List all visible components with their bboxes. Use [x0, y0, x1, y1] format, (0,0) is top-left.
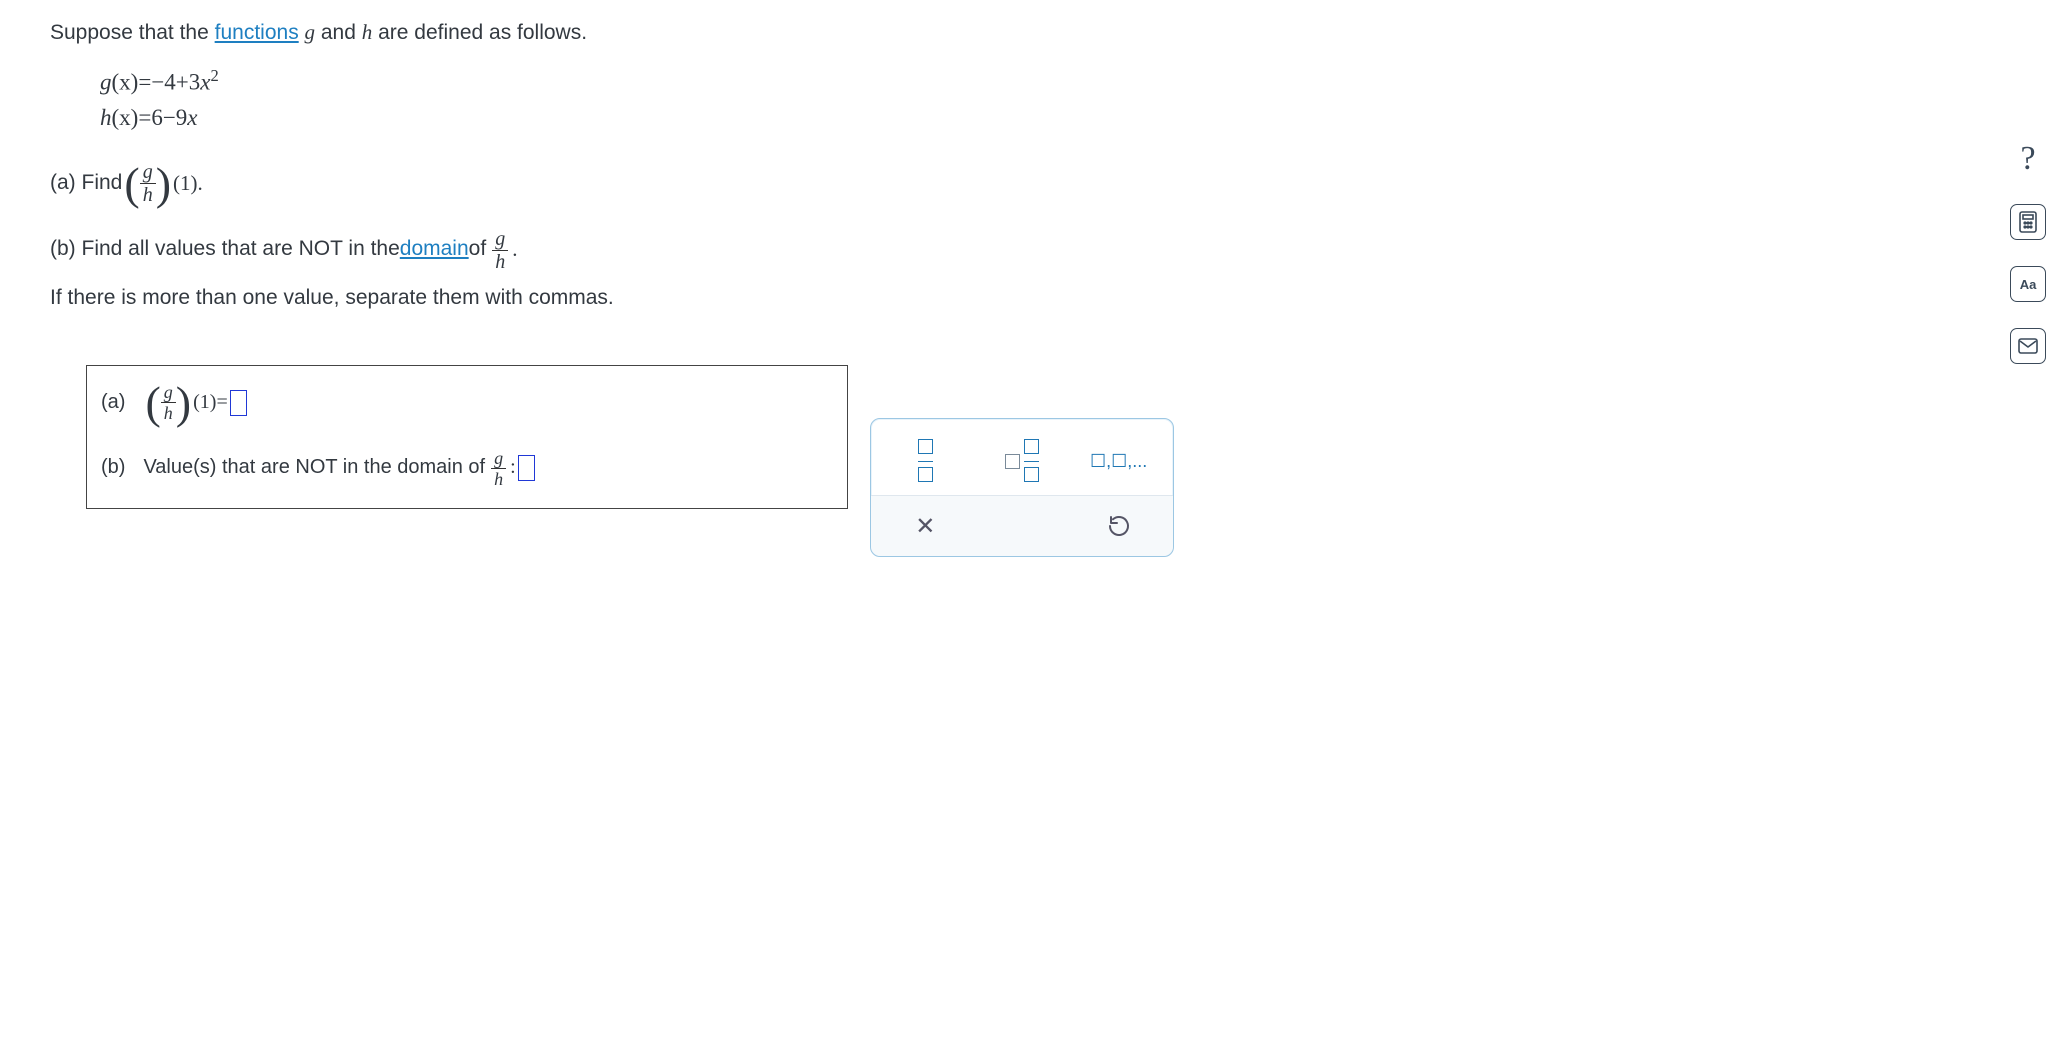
keypad-fraction-button[interactable] [877, 431, 974, 491]
definition-h: h(x)=6−9x [100, 100, 1450, 136]
part-a-prompt: (a) Find ( g h ) (1). [50, 162, 1450, 205]
aa-icon: Aa [2020, 277, 2037, 292]
keypad-list-button[interactable]: ☐,☐,... [1070, 431, 1167, 491]
part-b-pre: (b) Find all values that are NOT in the [50, 237, 400, 261]
question-mark-icon: ? [2020, 140, 2035, 177]
part-a-arg: (1). [173, 171, 203, 196]
close-icon: ✕ [915, 512, 935, 541]
part-b-note: If there is more than one value, separat… [50, 286, 1450, 310]
calculator-button[interactable] [2010, 204, 2046, 240]
intro-h: h [362, 20, 373, 44]
intro-prefix: Suppose that the [50, 21, 215, 44]
answer-row-a: (a) ( g h ) (1) = [87, 366, 847, 439]
intro-g: g [305, 20, 316, 44]
mail-icon [2018, 338, 2038, 354]
answer-a-fraction: ( g h ) [145, 382, 191, 423]
mail-button[interactable] [2010, 328, 2046, 364]
intro-line: Suppose that the functions g and h are d… [50, 20, 1450, 45]
function-definitions: g(x)=−4+3x2 h(x)=6−9x [100, 63, 1450, 136]
definition-g: g(x)=−4+3x2 [100, 63, 1450, 100]
functions-link[interactable]: functions [215, 21, 299, 44]
text-size-button[interactable]: Aa [2010, 266, 2046, 302]
answer-row-b: (b) Value(s) that are NOT in the domain … [87, 439, 847, 508]
keypad-row-1: ☐,☐,... [877, 431, 1167, 491]
keypad-spacer [974, 496, 1071, 556]
part-a-label: (a) Find [50, 171, 122, 195]
calculator-icon [2018, 211, 2038, 233]
keypad-row-2: ✕ [871, 495, 1173, 556]
answer-b-label: (b) [101, 456, 125, 479]
right-rail: ? Aa [2010, 140, 2046, 364]
answer-b-input[interactable] [518, 455, 535, 481]
keypad-mixed-number-button[interactable] [974, 431, 1071, 491]
math-keypad: ☐,☐,... ✕ [870, 418, 1174, 557]
question-area: Suppose that the functions g and h are d… [0, 0, 1500, 549]
g-over-h-fraction: ( g h ) [124, 162, 171, 205]
help-button[interactable]: ? [2020, 140, 2035, 178]
left-paren-icon: ( [145, 382, 160, 423]
undo-icon [1107, 514, 1131, 538]
answer-a-label: (a) [101, 391, 125, 414]
answer-box: (a) ( g h ) (1) = (b) Value(s) that are … [86, 365, 848, 509]
part-b-prompt: (b) Find all values that are NOT in the … [50, 227, 1450, 272]
keypad-clear-button[interactable]: ✕ [877, 496, 974, 556]
domain-link[interactable]: domain [400, 237, 469, 261]
right-paren-icon: ) [156, 163, 171, 204]
answer-b-text: Value(s) that are NOT in the domain of [143, 456, 485, 479]
right-paren-icon: ) [176, 382, 191, 423]
left-paren-icon: ( [124, 163, 139, 204]
answer-a-input[interactable] [230, 390, 247, 416]
keypad-reset-button[interactable] [1070, 496, 1167, 556]
